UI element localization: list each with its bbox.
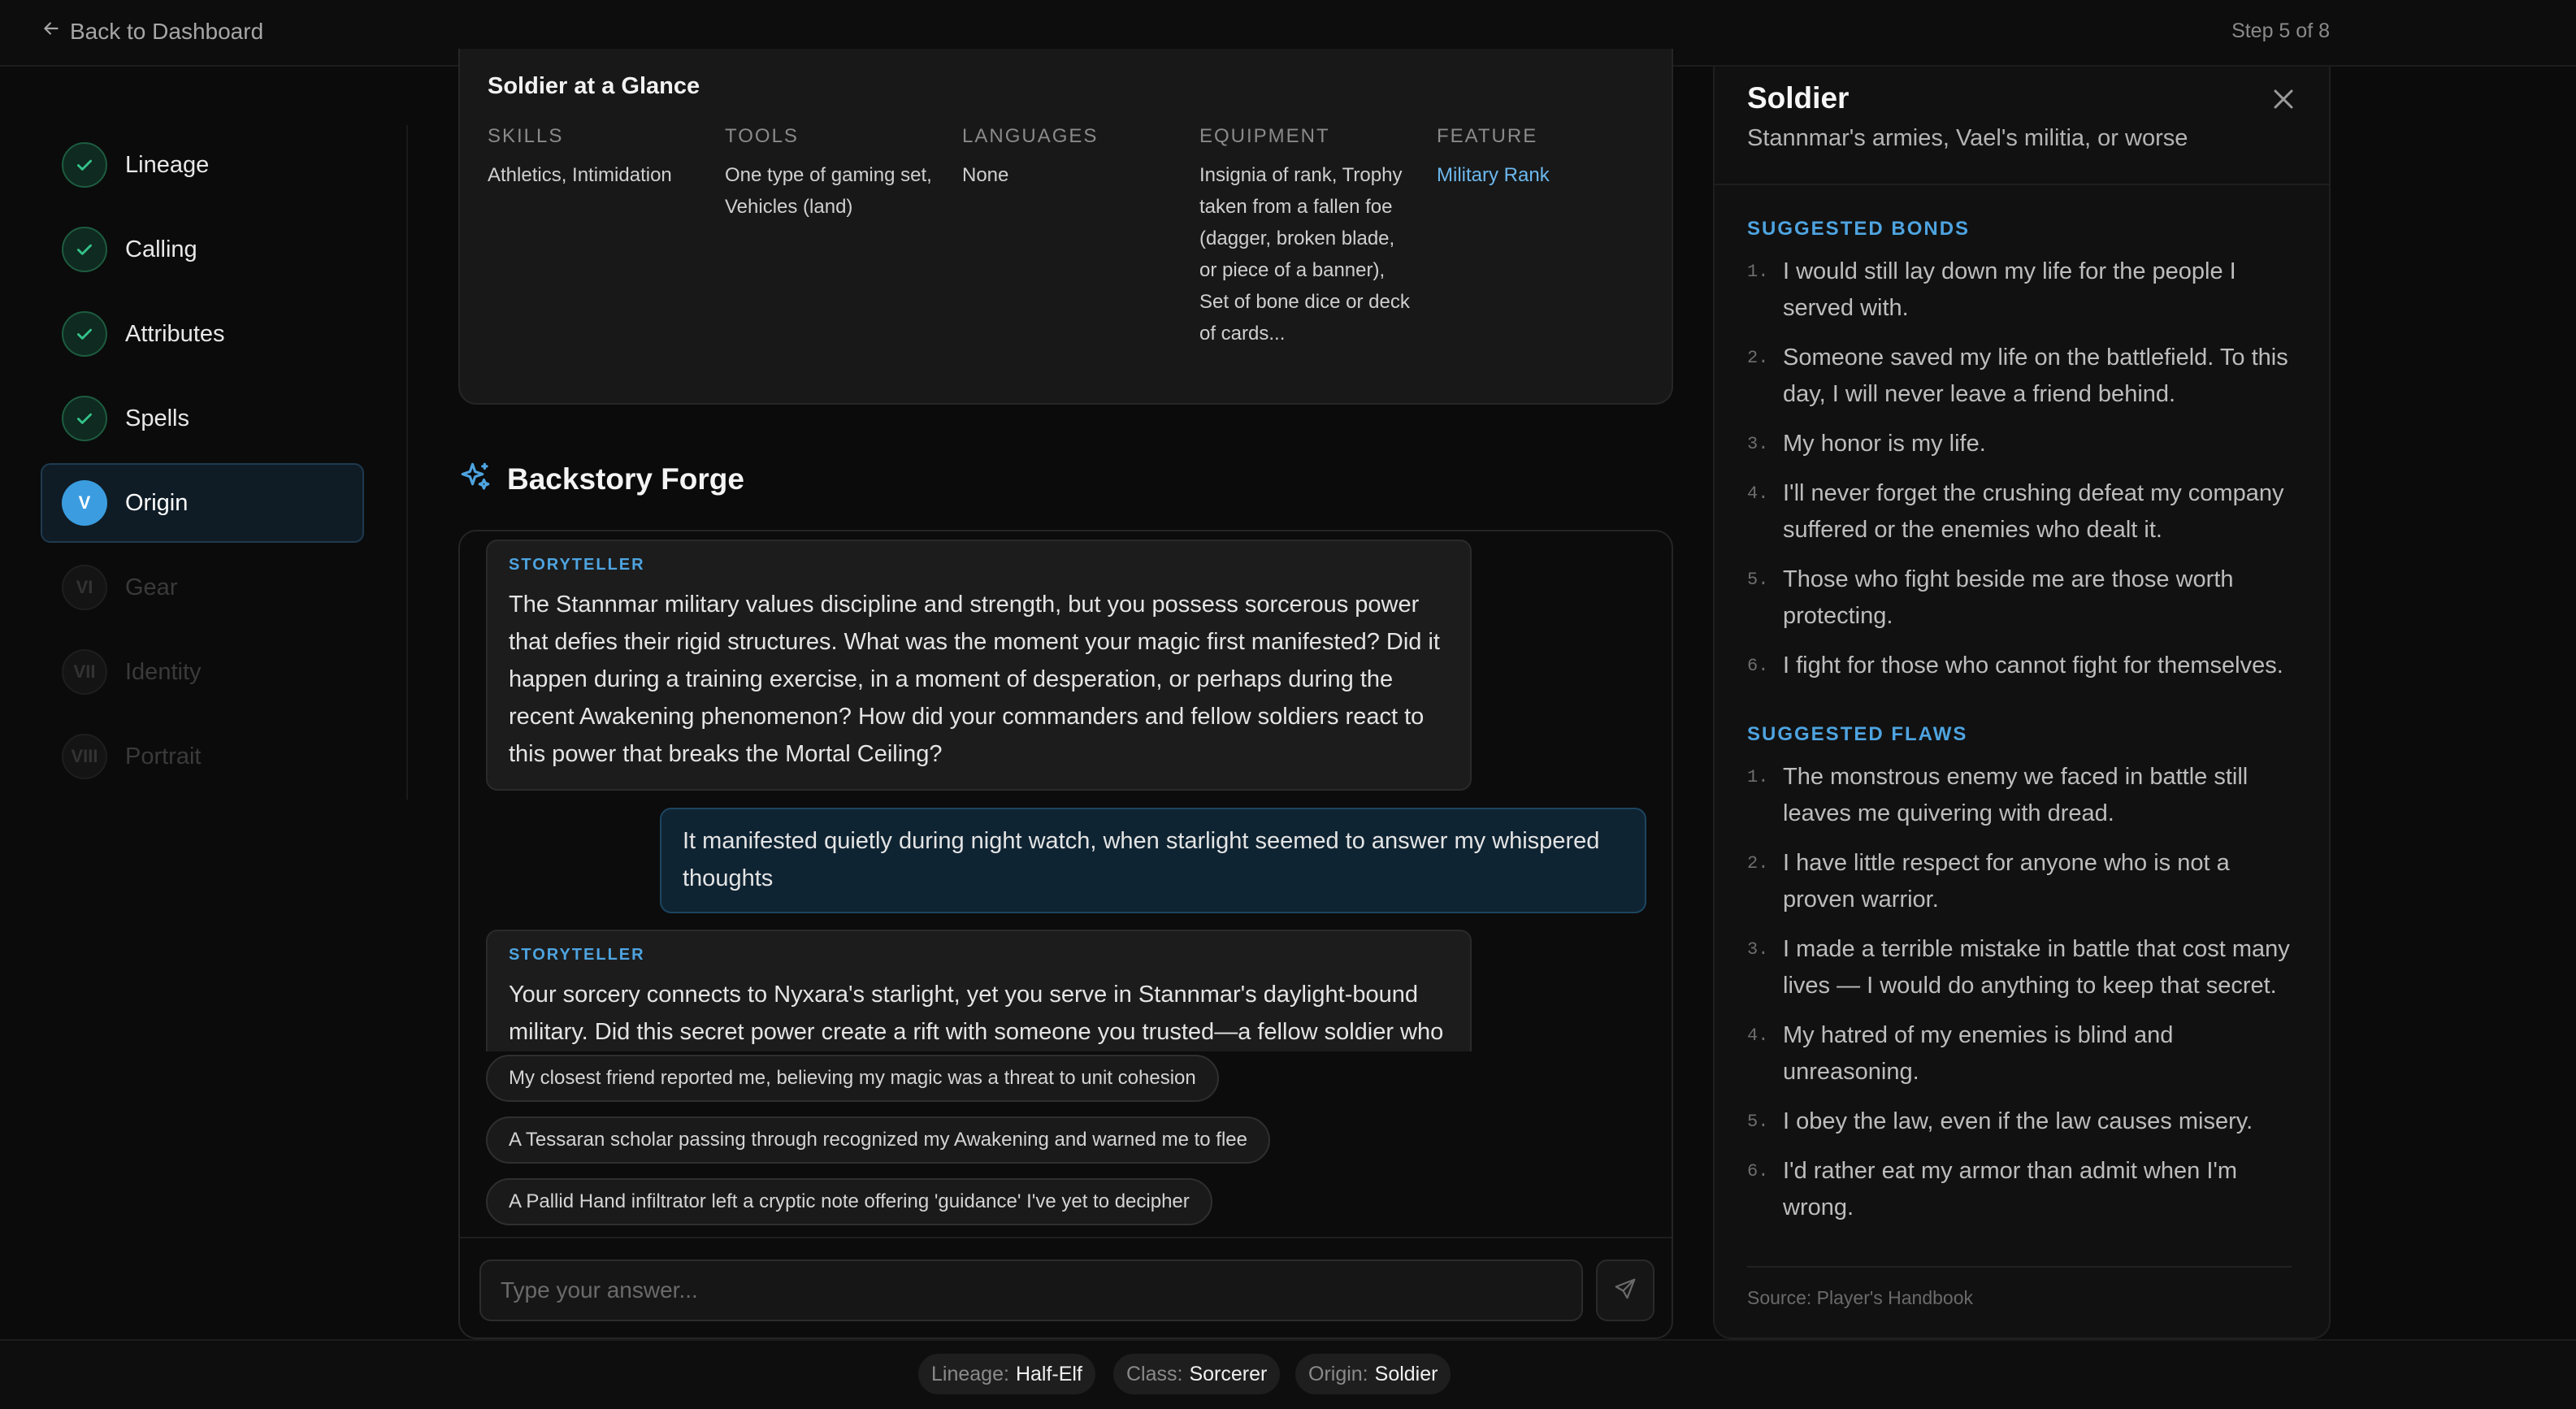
storyteller-tag: STORYTELLER [509, 556, 645, 574]
sidebar-item-identity: VII Identity [42, 632, 366, 712]
flaw-item: 4. My hatred of my enemies is blind and u… [1747, 1022, 2174, 1085]
backstory-forge-title: Backstory Forge [507, 462, 744, 496]
skills-heading: SKILLS [488, 125, 564, 147]
tools-heading: TOOLS [725, 125, 799, 147]
glance-languages: LANGUAGES None [962, 125, 1175, 191]
suggested-flaws-heading: SUGGESTED FLAWS [1747, 723, 1968, 745]
glance-equipment: EQUIPMENT Insignia of rank, Trophy taken… [1199, 125, 1411, 349]
glance-skills: SKILLS Athletics, Intimidation [488, 125, 700, 191]
sidebar-item-gear: VI Gear [42, 548, 366, 627]
storyteller-message: STORYTELLER The Stannmar military values… [486, 540, 1472, 791]
sidebar-item-origin[interactable]: V Origin [41, 463, 364, 543]
equipment-heading: EQUIPMENT [1199, 125, 1330, 147]
panel-footer-divider [1747, 1266, 2292, 1268]
user-message: It manifested quietly during night watch… [660, 808, 1646, 913]
bond-item: 5. Those who fight beside me are those wo… [1747, 566, 2234, 629]
equipment-value: Insignia of rank, Trophy taken from a fa… [1199, 164, 1410, 345]
tools-value: One type of gaming set, Vehicles (land) [725, 164, 932, 218]
step-number-badge: VII [62, 649, 107, 695]
glance-tools: TOOLS One type of gaming set, Vehicles (… [725, 125, 938, 223]
pill-key: Lineage: [931, 1362, 1009, 1385]
sidebar-item-label: Spells [125, 405, 189, 431]
suggested-bonds-heading: SUGGESTED BONDS [1747, 218, 1971, 240]
step-number-badge: V [62, 480, 107, 526]
check-icon [62, 142, 107, 188]
storyteller-message: STORYTELLER Your sorcery connects to Nyx… [486, 930, 1472, 1051]
sidebar-item-label: Origin [125, 489, 189, 516]
flaw-item: 2. I have little respect for anyone who i… [1747, 850, 2230, 913]
sidebar-item-lineage[interactable]: Lineage [42, 125, 366, 205]
check-icon [62, 396, 107, 441]
flaw-item: 1. The monstrous enemy we faced in battle… [1747, 764, 2249, 826]
composer-divider [460, 1237, 1672, 1238]
background-detail-panel: Soldier Stannmar's armies, Vael's militi… [1713, 67, 2331, 1339]
sparkles-icon [458, 460, 492, 498]
bond-item: 1. I would still lay down my life for the… [1747, 258, 2236, 321]
sidebar-item-spells[interactable]: Spells [42, 379, 366, 458]
step-indicator: Step 5 of 8 [2231, 20, 2330, 42]
message-text: The Stannmar military values discipline … [509, 592, 1440, 767]
sidebar-item-label: Portrait [125, 743, 202, 770]
source-citation: Source: Player's Handbook [1747, 1287, 1973, 1308]
back-label: Back to Dashboard [70, 18, 264, 44]
suggestion-chip[interactable]: A Pallid Hand infiltrator left a cryptic… [486, 1178, 1212, 1225]
pill-key: Origin: [1308, 1362, 1368, 1385]
languages-heading: LANGUAGES [962, 125, 1099, 147]
soldier-at-a-glance-card: Soldier at a Glance SKILLS Athletics, In… [458, 49, 1673, 405]
backstory-chat: STORYTELLER The Stannmar military values… [458, 530, 1673, 1339]
panel-title: Soldier [1747, 81, 1850, 115]
close-icon [2267, 89, 2300, 119]
sidebar-item-label: Gear [125, 574, 178, 600]
message-text: Your sorcery connects to Nyxara's starli… [509, 982, 1444, 1045]
bonds-list: 1. I would still lay down my life for the… [1747, 254, 2308, 697]
suggestion-chip[interactable]: A Tessaran scholar passing through recog… [486, 1116, 1270, 1164]
pill-value: Soldier [1374, 1362, 1438, 1385]
check-icon [62, 311, 107, 357]
panel-subtitle: Stannmar's armies, Vael's militia, or wo… [1747, 125, 2188, 151]
feature-heading: FEATURE [1437, 125, 1538, 147]
languages-value: None [962, 164, 1009, 186]
sidebar-item-calling[interactable]: Calling [42, 210, 366, 289]
suggestion-chip[interactable]: My closest friend reported me, believing… [486, 1055, 1219, 1102]
glance-feature: FEATURE Military Rank [1437, 125, 1650, 191]
answer-input[interactable] [479, 1259, 1583, 1321]
glance-title: Soldier at a Glance [488, 73, 700, 99]
pill-key: Class: [1126, 1362, 1183, 1385]
feature-link[interactable]: Military Rank [1437, 159, 1650, 191]
bond-item: 2. Someone saved my life on the battlefie… [1747, 345, 2288, 407]
step-number-badge: VI [62, 565, 107, 610]
steps-sidebar: Lineage Calling Attributes Spells V Orig… [41, 125, 408, 800]
panel-divider [1715, 184, 2329, 185]
close-panel-button[interactable] [2267, 83, 2300, 115]
skills-value: Athletics, Intimidation [488, 164, 672, 186]
pill-value: Sorcerer [1189, 1362, 1268, 1385]
pill-value: Half-Elf [1015, 1362, 1082, 1385]
character-summary-bar: Lineage: Half-Elf Class: Sorcerer Origin… [0, 1339, 2576, 1409]
bond-item: 6. I fight for those who cannot fight for… [1747, 652, 2283, 678]
class-pill: Class: Sorcerer [1113, 1354, 1281, 1394]
storyteller-tag: STORYTELLER [509, 946, 645, 964]
send-icon [1613, 1277, 1637, 1305]
origin-pill: Origin: Soldier [1295, 1354, 1451, 1394]
sidebar-item-portrait: VIII Portrait [42, 717, 366, 796]
sidebar-item-label: Attributes [125, 320, 225, 347]
bond-item: 4. I'll never forget the crushing defeat … [1747, 480, 2284, 543]
flaws-list: 1. The monstrous enemy we faced in battle… [1747, 759, 2308, 1239]
arrow-left-icon [41, 18, 62, 45]
send-button[interactable] [1596, 1259, 1654, 1321]
back-to-dashboard-link[interactable]: Back to Dashboard [41, 18, 263, 45]
backstory-forge-header: Backstory Forge [458, 460, 744, 498]
sidebar-item-label: Identity [125, 658, 202, 685]
lineage-pill: Lineage: Half-Elf [918, 1354, 1095, 1394]
message-text: It manifested quietly during night watch… [683, 828, 1600, 891]
bond-item: 3. My honor is my life. [1747, 431, 1986, 457]
sidebar-item-label: Calling [125, 236, 197, 262]
sidebar-item-attributes[interactable]: Attributes [42, 294, 366, 374]
step-number-badge: VIII [62, 734, 107, 779]
sidebar-item-label: Lineage [125, 151, 210, 178]
check-icon [62, 227, 107, 272]
flaw-item: 6. I'd rather eat my armor than admit whe… [1747, 1158, 2238, 1220]
flaw-item: 3. I made a terrible mistake in battle th… [1747, 936, 2290, 999]
flaw-item: 5. I obey the law, even if the law causes… [1747, 1108, 2253, 1134]
